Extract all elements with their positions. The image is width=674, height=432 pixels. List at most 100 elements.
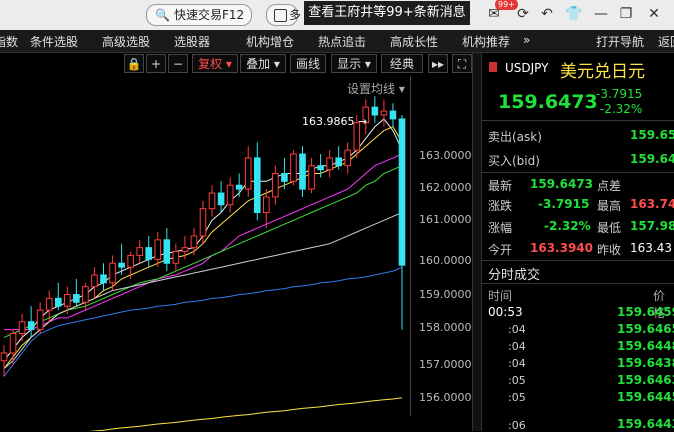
candle bbox=[326, 150, 333, 178]
stat-label: 今开 bbox=[488, 243, 513, 257]
stat-label: 昨收 bbox=[597, 243, 622, 257]
quote-panel: USDJPY 美元兑日元 159.6473 -3.7915 -2.32% 卖出(… bbox=[481, 53, 674, 432]
minimize-icon[interactable]: — bbox=[592, 5, 610, 23]
price-tick: 156.0000 bbox=[419, 391, 472, 404]
candle bbox=[100, 263, 107, 291]
tick-time: :05 bbox=[508, 374, 526, 387]
ticks-header-time: 时间 bbox=[488, 289, 513, 303]
candle bbox=[154, 232, 162, 268]
quote-name: 美元兑日元 bbox=[560, 62, 645, 82]
candle bbox=[253, 142, 261, 221]
classic-button[interactable]: 经典 bbox=[381, 54, 423, 73]
tick-price: 159.6459 bbox=[617, 305, 674, 319]
stat-label: 点差 bbox=[597, 179, 622, 193]
candle-body bbox=[208, 192, 216, 210]
stat-label: 最新 bbox=[488, 179, 513, 193]
divider bbox=[482, 260, 674, 261]
candle-body bbox=[244, 157, 252, 190]
candle bbox=[380, 99, 388, 127]
menu-item-open-nav[interactable]: 打开导航 bbox=[596, 33, 644, 50]
stat-value: 163.74 bbox=[630, 197, 674, 211]
quick-trade-button[interactable]: 🔍 快速交易F12 bbox=[146, 4, 252, 26]
display-label: 显示 bbox=[337, 57, 362, 71]
zoom-out-button[interactable]: − bbox=[168, 54, 188, 73]
tick-price: 159.6465 bbox=[617, 322, 674, 336]
candle bbox=[308, 157, 315, 194]
message-center-button[interactable]: 多 bbox=[266, 4, 302, 26]
ticks-section-title[interactable]: 分时成交 bbox=[488, 264, 540, 283]
menu-item-institution-add[interactable]: 机构增仓 bbox=[246, 33, 294, 50]
candle-body bbox=[127, 254, 134, 268]
menu-item-institution-recommend[interactable]: 机构推荐 bbox=[462, 33, 510, 50]
tick-time: :05 bbox=[508, 391, 526, 404]
candle bbox=[18, 313, 26, 342]
candle-body bbox=[0, 352, 8, 362]
candle bbox=[73, 278, 80, 307]
menu-item-hotspot[interactable]: 热点追击 bbox=[318, 33, 366, 50]
menu-item-index[interactable]: 指数 bbox=[0, 33, 18, 50]
stat-label: 最高 bbox=[597, 199, 622, 213]
tick-time: 00:53 bbox=[488, 305, 523, 319]
price-tick: 163.0000 bbox=[419, 149, 472, 162]
restore-icon[interactable]: ❐ bbox=[617, 5, 635, 23]
menu-more-chevron-icon[interactable]: » bbox=[523, 33, 530, 47]
candle bbox=[272, 165, 279, 205]
price-tick: 162.0000 bbox=[419, 181, 472, 194]
candle bbox=[54, 282, 62, 311]
display-dropdown[interactable]: 显示 ▾ bbox=[331, 54, 377, 73]
undo-icon[interactable]: ↶ bbox=[538, 5, 556, 23]
candle-body bbox=[281, 173, 288, 182]
candle-body bbox=[118, 262, 125, 268]
candle-body bbox=[317, 165, 324, 171]
candle bbox=[244, 146, 252, 197]
lock-icon[interactable]: 🔒 bbox=[124, 54, 144, 73]
play-forward-icon[interactable]: ▸▸ bbox=[428, 54, 448, 73]
candle bbox=[36, 302, 44, 334]
candle bbox=[299, 146, 306, 197]
quote-symbol: USDJPY bbox=[505, 61, 549, 75]
candle-body bbox=[389, 110, 397, 120]
tick-time: :06 bbox=[508, 419, 526, 432]
candle bbox=[163, 228, 171, 272]
high-price-annotation: 163.9865 → bbox=[302, 115, 368, 128]
candle-body bbox=[308, 165, 315, 190]
menu-item-high-growth[interactable]: 高成长性 bbox=[390, 33, 438, 50]
candle bbox=[208, 185, 216, 217]
candle bbox=[398, 115, 406, 330]
candle bbox=[226, 177, 234, 213]
stat-label: 最低 bbox=[597, 221, 622, 235]
candle bbox=[0, 345, 8, 377]
candle-body bbox=[100, 274, 107, 284]
candle-body bbox=[181, 247, 189, 253]
bid-label: 买入(bid) bbox=[488, 154, 540, 168]
close-icon[interactable]: ✕ bbox=[645, 5, 663, 23]
tick-price: 159.6448 bbox=[617, 339, 674, 353]
candle-body bbox=[290, 153, 297, 182]
candle-body bbox=[326, 157, 333, 171]
chart-splitter[interactable] bbox=[472, 53, 481, 431]
menu-item-stock-picker[interactable]: 选股器 bbox=[174, 33, 210, 50]
price-tick: 160.0000 bbox=[419, 254, 472, 267]
divider bbox=[482, 283, 674, 284]
refresh-icon[interactable]: ⟳ bbox=[514, 5, 532, 23]
news-notice-banner[interactable]: 查看王府井等99+条新消息 bbox=[304, 1, 470, 25]
candle bbox=[263, 189, 270, 229]
overlay-dropdown[interactable]: 叠加 ▾ bbox=[240, 54, 286, 73]
candle-body bbox=[344, 149, 352, 167]
ma-line-1 bbox=[3, 126, 403, 369]
high-price-label: 163.9865 bbox=[302, 115, 355, 128]
candle bbox=[127, 251, 134, 279]
message-label: 多 bbox=[289, 8, 302, 22]
zoom-in-button[interactable]: + bbox=[146, 54, 166, 73]
draw-line-button[interactable]: 画线 bbox=[290, 54, 326, 73]
shirt-icon[interactable]: 👕 bbox=[565, 5, 583, 23]
candle-body bbox=[263, 196, 270, 214]
candle bbox=[290, 150, 297, 186]
fullscreen-icon[interactable]: ⛶ bbox=[452, 54, 472, 73]
menu-item-advanced-pick[interactable]: 高级选股 bbox=[102, 33, 150, 50]
menu-bar: 指数 条件选股 高级选股 选股器 机构增仓 热点追击 高成长性 机构推荐 » 打… bbox=[0, 30, 674, 53]
adjust-price-dropdown[interactable]: 复权 ▾ bbox=[192, 54, 238, 73]
candlestick-chart[interactable] bbox=[0, 76, 410, 431]
menu-item-condition-pick[interactable]: 条件选股 bbox=[30, 33, 78, 50]
menu-item-back[interactable]: 返回 bbox=[658, 33, 674, 50]
